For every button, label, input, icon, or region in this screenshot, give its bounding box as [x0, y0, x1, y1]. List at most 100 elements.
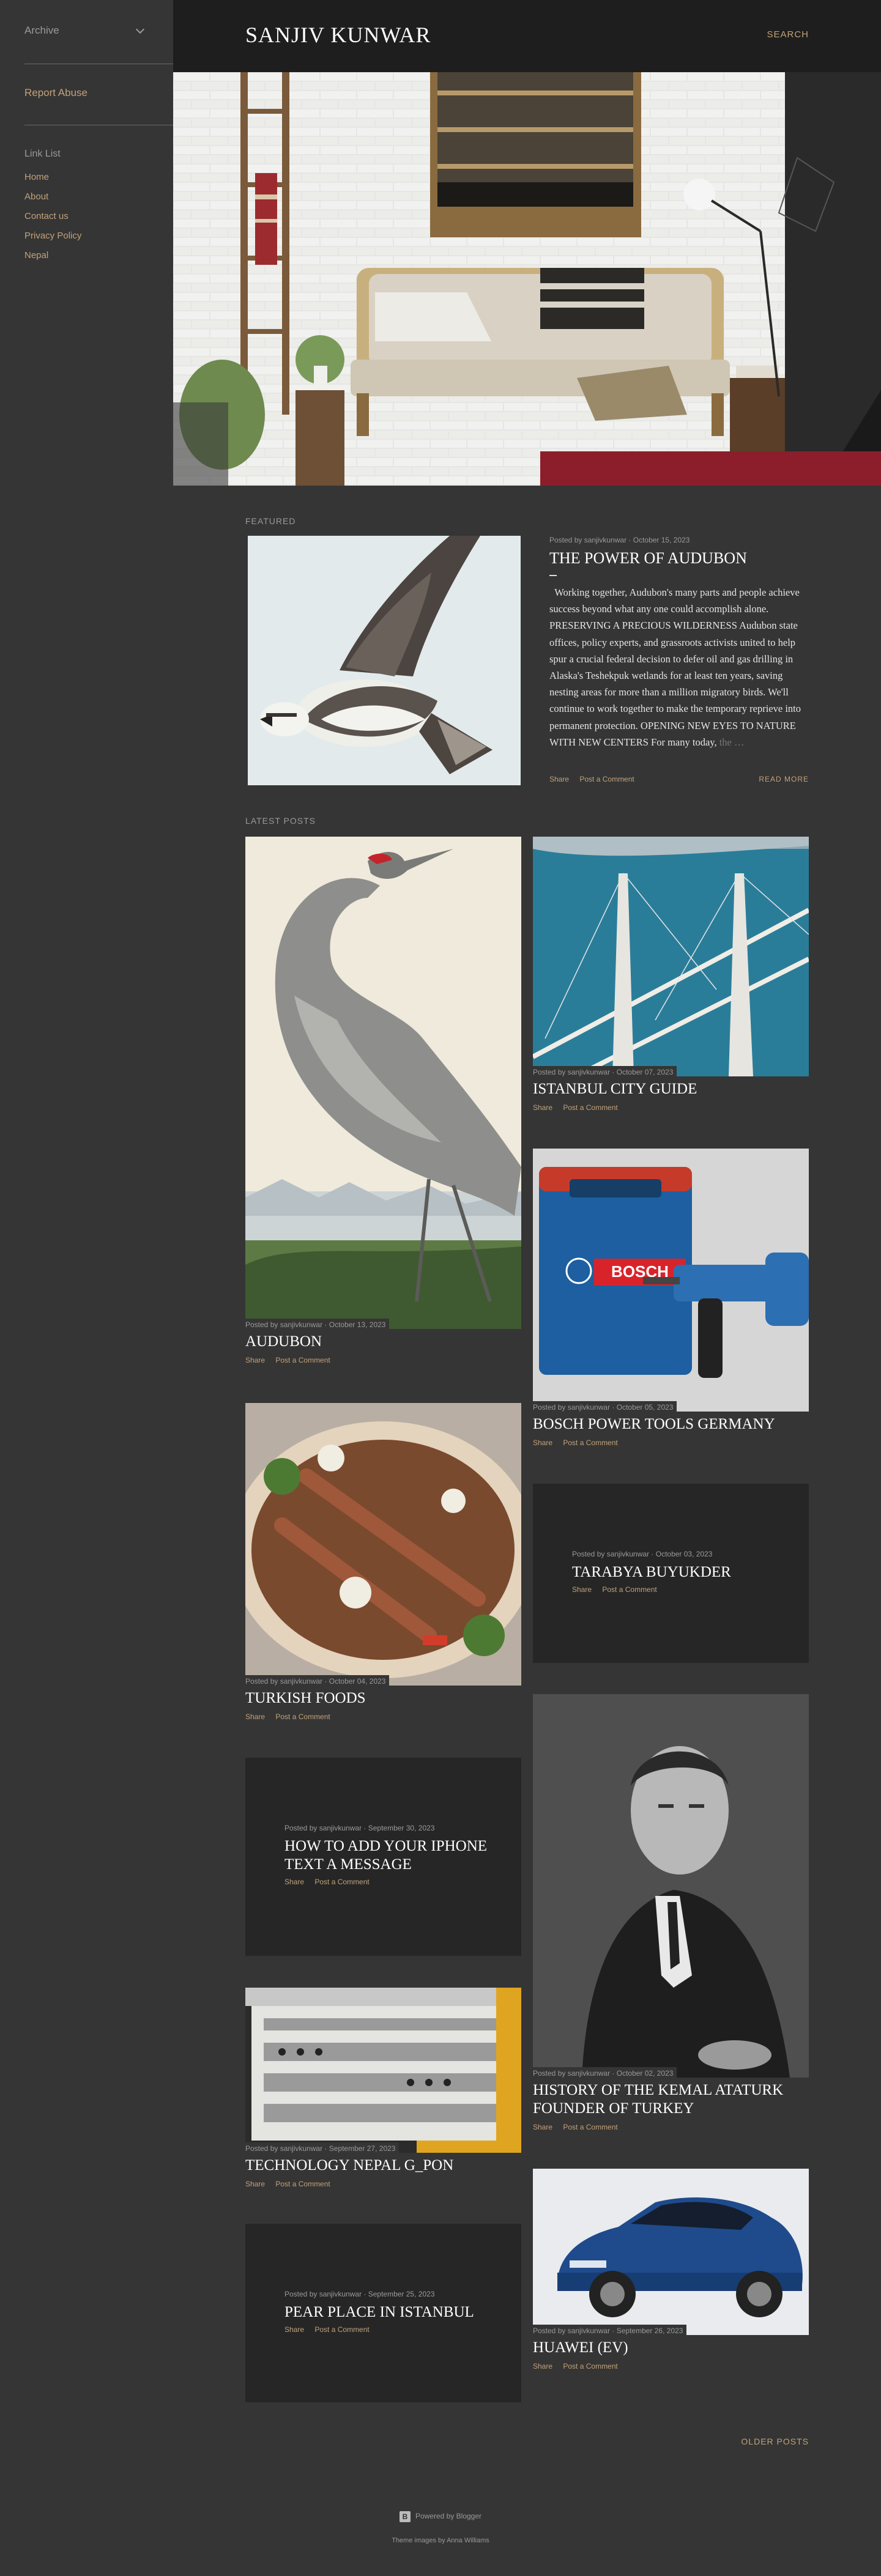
post-card[interactable]: Posted by sanjivkunwar · September 25, 2…	[245, 2224, 521, 2402]
post-card[interactable]: Posted by sanjivkunwar · October 07, 202…	[533, 837, 809, 1112]
read-more-link[interactable]: READ MORE	[759, 775, 809, 783]
featured-image[interactable]	[248, 536, 521, 785]
link-privacy[interactable]: Privacy Policy	[24, 226, 81, 246]
post-comment-link[interactable]: Post a Comment	[563, 1438, 617, 1447]
post-image[interactable]: Posted by sanjivkunwar · September 26, 2…	[533, 2169, 809, 2335]
post-meta: Posted by sanjivkunwar · October 05, 202…	[533, 1401, 677, 1412]
post-title[interactable]: ISTANBUL CITY GUIDE	[533, 1080, 809, 1098]
link-contact[interactable]: Contact us	[24, 207, 81, 226]
post-actions: Share Post a Comment	[245, 1356, 521, 1364]
post-comment-link[interactable]: Post a Comment	[563, 2123, 617, 2131]
post-image[interactable]: Posted by sanjivkunwar · October 02, 202…	[533, 1694, 809, 2078]
post-title[interactable]: PEAR PLACE IN ISTANBUL	[284, 2303, 493, 2322]
link-list-title: Link List	[24, 149, 61, 159]
powered-by-text[interactable]: Powered by Blogger	[415, 2512, 481, 2520]
post-image[interactable]: Posted by sanjivkunwar · September 27, 2…	[245, 1988, 521, 2153]
share-button[interactable]: Share	[245, 1712, 265, 1721]
post-card[interactable]: Posted by sanjivkunwar · September 26, 2…	[533, 2169, 809, 2371]
post-actions: Share Post a Comment	[245, 2180, 521, 2188]
post-actions: Share Post a Comment	[284, 1878, 493, 1886]
archive-dropdown[interactable]: Archive	[24, 23, 147, 38]
post-title[interactable]: BOSCH POWER TOOLS GERMANY	[533, 1415, 809, 1434]
post-meta: Posted by sanjivkunwar · September 30, 2…	[284, 1824, 435, 1832]
post-title[interactable]: HUAWEI (EV)	[533, 2339, 809, 2357]
site-title[interactable]: SANJIV KUNWAR	[245, 22, 431, 48]
share-button[interactable]: Share	[572, 1585, 592, 1594]
post-meta: Posted by sanjivkunwar · September 25, 2…	[284, 2290, 435, 2298]
theme-credits: Theme images by Anna Williams	[392, 2537, 489, 2544]
post-meta: Posted by sanjivkunwar · October 03, 202…	[572, 1550, 713, 1558]
report-abuse-link[interactable]: Report Abuse	[24, 87, 87, 99]
post-title[interactable]: AUDUBON	[245, 1333, 521, 1351]
post-card[interactable]: Posted by sanjivkunwar · October 04, 202…	[245, 1403, 521, 1721]
blogger-icon[interactable]: B	[399, 2511, 411, 2522]
post-meta: Posted by sanjivkunwar · September 26, 2…	[533, 2325, 687, 2335]
post-meta: Posted by sanjivkunwar · October 04, 202…	[245, 1675, 390, 1686]
archive-label: Archive	[24, 24, 59, 36]
post-title[interactable]: HISTORY OF THE KEMAL ATATURK FOUNDER OF …	[533, 2081, 809, 2118]
post-meta: Posted by sanjivkunwar · October 07, 202…	[533, 1066, 677, 1076]
share-button[interactable]: Share	[245, 1356, 265, 1364]
post-comment-link[interactable]: Post a Comment	[314, 2325, 369, 2334]
post-actions: Share Post a Comment	[572, 1585, 780, 1594]
post-card[interactable]: Posted by sanjivkunwar · September 30, 2…	[245, 1758, 521, 1956]
post-card[interactable]: Posted by sanjivkunwar · October 03, 202…	[533, 1484, 809, 1663]
link-list: Home About Contact us Privacy Policy Nep…	[24, 168, 81, 265]
featured-actions: Share Post a Comment	[549, 775, 643, 783]
post-card[interactable]: Posted by sanjivkunwar · September 27, 2…	[245, 1988, 521, 2188]
post-comment-link[interactable]: Post a Comment	[314, 1878, 369, 1886]
post-card[interactable]: Posted by sanjivkunwar · October 02, 202…	[533, 1694, 809, 2131]
post-actions: Share Post a Comment	[533, 1103, 809, 1112]
share-button[interactable]: Share	[533, 1438, 552, 1447]
featured-title[interactable]: THE POWER OF AUDUBON	[549, 549, 819, 568]
post-title[interactable]: HOW TO ADD YOUR IPHONE TEXT A MESSAGE	[284, 1837, 493, 1874]
post-image[interactable]: Posted by sanjivkunwar · October 04, 202…	[245, 1403, 521, 1686]
post-card[interactable]: Posted by sanjivkunwar · October 13, 202…	[245, 837, 521, 1364]
post-image[interactable]: Posted by sanjivkunwar · October 13, 202…	[245, 837, 521, 1329]
share-button[interactable]: Share	[533, 2362, 552, 2371]
post-actions: Share Post a Comment	[533, 2123, 809, 2131]
powered-by: B Powered by Blogger	[0, 2511, 881, 2522]
post-comment-link[interactable]: Post a Comment	[275, 2180, 330, 2188]
search-button[interactable]: SEARCH	[767, 29, 809, 40]
post-actions: Share Post a Comment	[533, 1438, 809, 1447]
post-meta: Posted by sanjivkunwar · October 13, 202…	[245, 1319, 390, 1329]
post-comment-link[interactable]: Post a Comment	[563, 1103, 617, 1112]
post-title[interactable]: TARABYA BUYUKDER	[572, 1563, 780, 1582]
featured-snippet: Working together, Audubon's many parts a…	[549, 584, 809, 768]
post-comment-link[interactable]: Post a Comment	[275, 1356, 330, 1364]
share-button[interactable]: Share	[533, 1103, 552, 1112]
post-meta: Posted by sanjivkunwar · October 02, 202…	[533, 2067, 677, 2078]
share-button[interactable]: Share	[284, 2325, 304, 2334]
featured-snippet-fade: the …	[719, 736, 745, 748]
latest-section-label: LATEST POSTS	[245, 816, 316, 826]
post-comment-link[interactable]: Post a Comment	[275, 1712, 330, 1721]
post-comment-link[interactable]: Post a Comment	[563, 2362, 617, 2371]
chevron-down-icon	[135, 24, 145, 34]
share-button[interactable]: Share	[533, 2123, 552, 2131]
sidebar: Archive Report Abuse Link List Home Abou…	[0, 0, 173, 2576]
featured-section-label: FEATURED	[245, 516, 296, 526]
share-button[interactable]: Share	[549, 775, 569, 783]
share-button[interactable]: Share	[284, 1878, 304, 1886]
post-image[interactable]: BOSCH Posted by sanjivkunwar · October 0…	[533, 1149, 809, 1412]
post-actions: Share Post a Comment	[284, 2325, 493, 2334]
link-about[interactable]: About	[24, 187, 81, 207]
link-nepal[interactable]: Nepal	[24, 246, 81, 265]
post-meta: Posted by sanjivkunwar · September 27, 2…	[245, 2142, 400, 2153]
featured-meta: Posted by sanjivkunwar · October 15, 202…	[549, 536, 690, 544]
post-comment-link[interactable]: Post a Comment	[602, 1585, 656, 1594]
share-button[interactable]: Share	[245, 2180, 265, 2188]
post-image[interactable]: Posted by sanjivkunwar · October 07, 202…	[533, 837, 809, 1076]
post-actions: Share Post a Comment	[533, 2362, 809, 2371]
older-posts-link[interactable]: OLDER POSTS	[741, 2437, 809, 2446]
post-title[interactable]: TECHNOLOGY NEPAL G_PON	[245, 2156, 521, 2175]
header: SANJIV KUNWAR SEARCH	[173, 0, 881, 72]
post-actions: Share Post a Comment	[245, 1712, 521, 1721]
divider	[549, 575, 557, 576]
post-card[interactable]: BOSCH Posted by sanjivkunwar · October 0…	[533, 1149, 809, 1447]
link-home[interactable]: Home	[24, 168, 81, 187]
post-title[interactable]: TURKISH FOODS	[245, 1689, 521, 1708]
featured-snippet-text: Working together, Audubon's many parts a…	[549, 587, 801, 748]
post-comment-link[interactable]: Post a Comment	[579, 775, 634, 783]
